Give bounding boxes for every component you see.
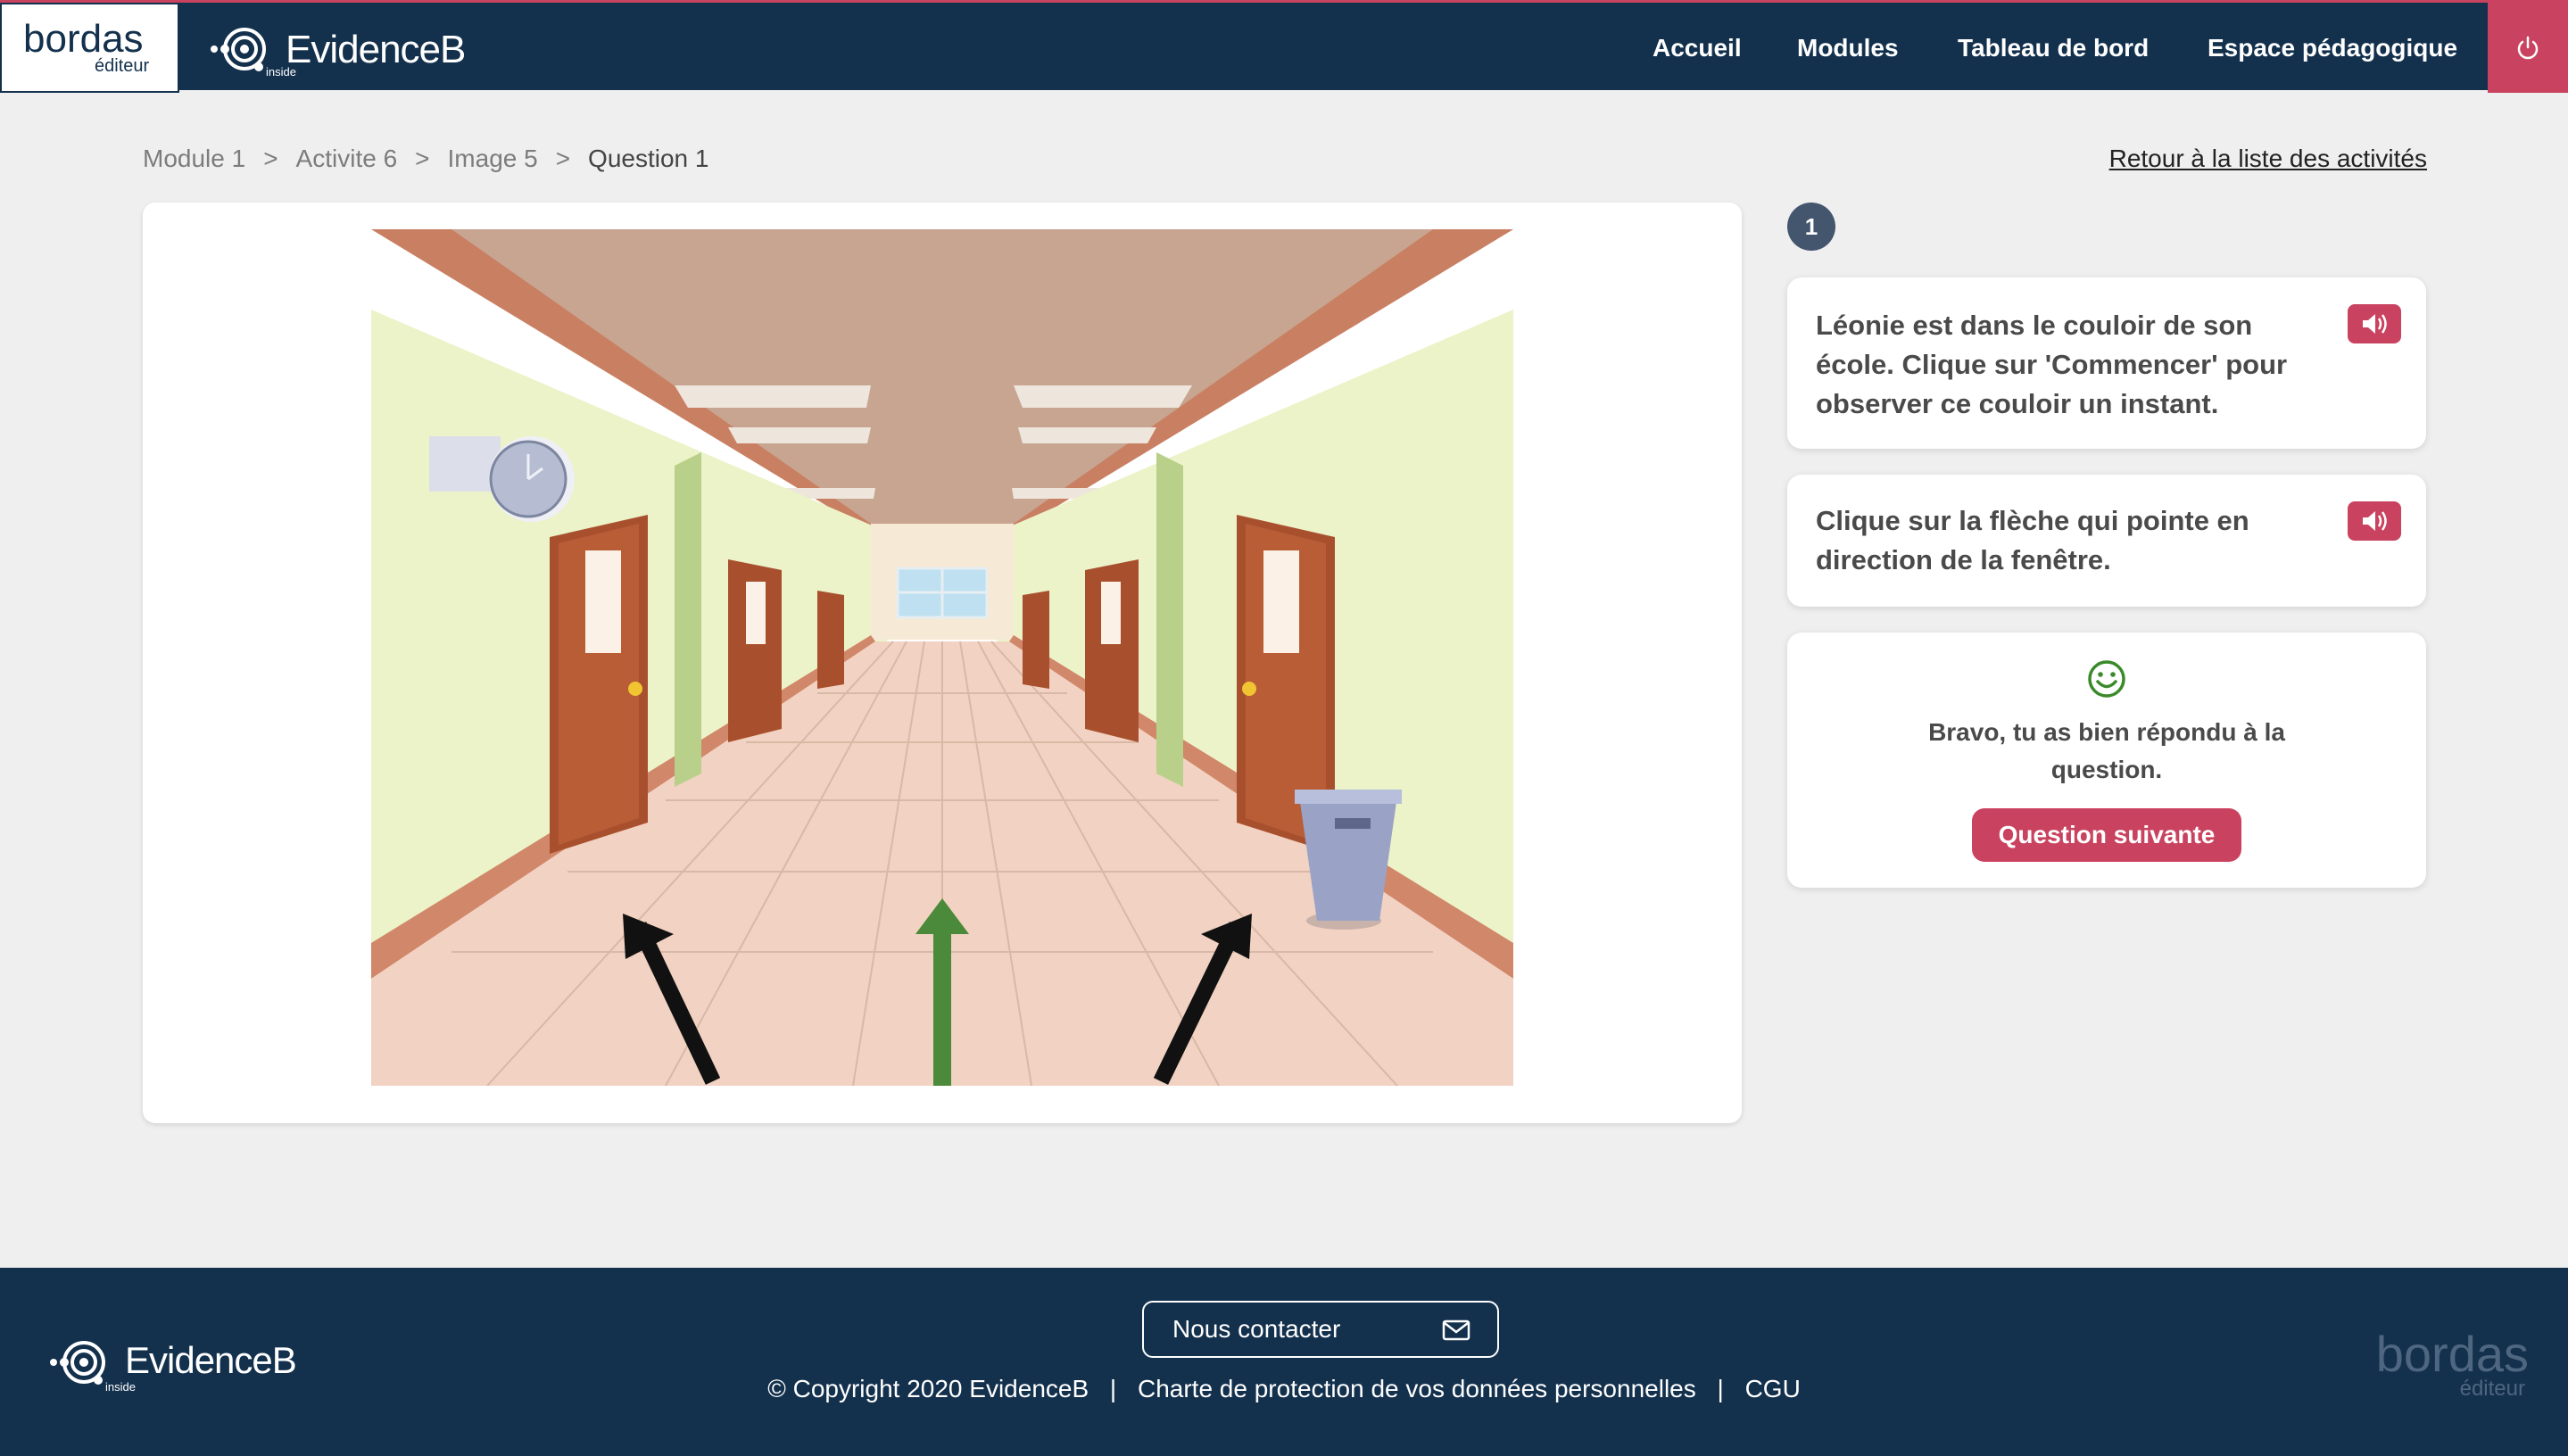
breadcrumb: Module 1 > Activite 6 > Image 5 > Questi… bbox=[143, 145, 708, 173]
privacy-link[interactable]: Charte de protection de vos données pers… bbox=[1138, 1375, 1696, 1402]
breadcrumb-separator: > bbox=[415, 145, 430, 172]
next-question-button[interactable]: Question suivante bbox=[1971, 808, 2242, 862]
footer-bordas-logo[interactable]: bordas éditeur bbox=[2332, 1325, 2529, 1405]
instruction-text-1: Léonie est dans le couloir de son école.… bbox=[1816, 310, 2288, 419]
exercise-image-card bbox=[143, 203, 1742, 1123]
nav-tableau-label[interactable]: Tableau de bord bbox=[1958, 34, 2149, 62]
breadcrumb-separator: > bbox=[263, 145, 278, 172]
nav-espace-pedagogique[interactable]: Espace pédagogique bbox=[2208, 3, 2457, 93]
back-to-activities-link[interactable]: Retour à la liste des activités bbox=[2109, 145, 2427, 173]
breadcrumb-question: Question 1 bbox=[588, 145, 709, 172]
mail-icon bbox=[1442, 1320, 1470, 1341]
copyright-text: © Copyright 2020 EvidenceB bbox=[767, 1375, 1089, 1402]
bordas-logo-subtitle: éditeur bbox=[95, 56, 150, 76]
bordas-logo[interactable]: bordas éditeur bbox=[0, 3, 179, 93]
top-header: bordas éditeur EvidenceB inside Accueil … bbox=[0, 0, 2568, 93]
logout-button[interactable] bbox=[2488, 3, 2568, 93]
evidenceb-logo-text: EvidenceB bbox=[286, 28, 466, 71]
evidenceb-logo[interactable]: EvidenceB inside bbox=[207, 15, 475, 81]
instruction-card-2: Clique sur la flèche qui pointe en direc… bbox=[1787, 475, 2426, 607]
footer-bordas-text: bordas bbox=[2375, 1326, 2529, 1382]
step-badge: 1 bbox=[1787, 203, 1835, 251]
contact-button[interactable]: Nous contacter bbox=[1142, 1301, 1499, 1358]
footer-legal: © Copyright 2020 EvidenceB | Charte de p… bbox=[0, 1375, 2568, 1403]
instruction-card-1: Léonie est dans le couloir de son école.… bbox=[1787, 277, 2426, 449]
footer-separator: | bbox=[1717, 1375, 1724, 1402]
speaker-icon bbox=[2363, 511, 2387, 531]
feedback-message: Bravo, tu as bien répondu à la question. bbox=[1928, 718, 2285, 783]
smiley-icon bbox=[2088, 660, 2125, 698]
audio-button-2[interactable] bbox=[2348, 501, 2401, 541]
cgu-link[interactable]: CGU bbox=[1745, 1375, 1801, 1402]
footer: EvidenceB inside Nous contacter © Copyri… bbox=[0, 1268, 2568, 1456]
instruction-text-2: Clique sur la flèche qui pointe en direc… bbox=[1816, 505, 2249, 575]
breadcrumb-module[interactable]: Module 1 bbox=[143, 145, 245, 173]
feedback-card: Bravo, tu as bien répondu à la question.… bbox=[1787, 633, 2426, 888]
nav-modules[interactable]: Modules bbox=[1797, 3, 1899, 93]
contact-button-label: Nous contacter bbox=[1172, 1315, 1341, 1343]
nav-accueil-label[interactable]: Accueil bbox=[1653, 34, 1742, 62]
nav-modules-label[interactable]: Modules bbox=[1797, 34, 1899, 62]
power-icon bbox=[2517, 36, 2539, 59]
bordas-logo-text: bordas bbox=[23, 17, 144, 61]
hallway-illustration bbox=[371, 229, 1513, 1086]
breadcrumb-image[interactable]: Image 5 bbox=[448, 145, 538, 173]
footer-separator: | bbox=[1109, 1375, 1117, 1402]
speaker-icon bbox=[2363, 314, 2387, 334]
footer-bordas-subtitle: éditeur bbox=[2459, 1377, 2525, 1401]
nav-accueil[interactable]: Accueil bbox=[1653, 3, 1742, 93]
nav-espace-label[interactable]: Espace pédagogique bbox=[2208, 34, 2457, 62]
breadcrumb-separator: > bbox=[555, 145, 571, 172]
audio-button-1[interactable] bbox=[2348, 304, 2401, 343]
breadcrumb-activity[interactable]: Activite 6 bbox=[296, 145, 398, 173]
nav-tableau-de-bord[interactable]: Tableau de bord bbox=[1958, 3, 2149, 93]
evidenceb-logo-subtitle: inside bbox=[266, 65, 296, 79]
